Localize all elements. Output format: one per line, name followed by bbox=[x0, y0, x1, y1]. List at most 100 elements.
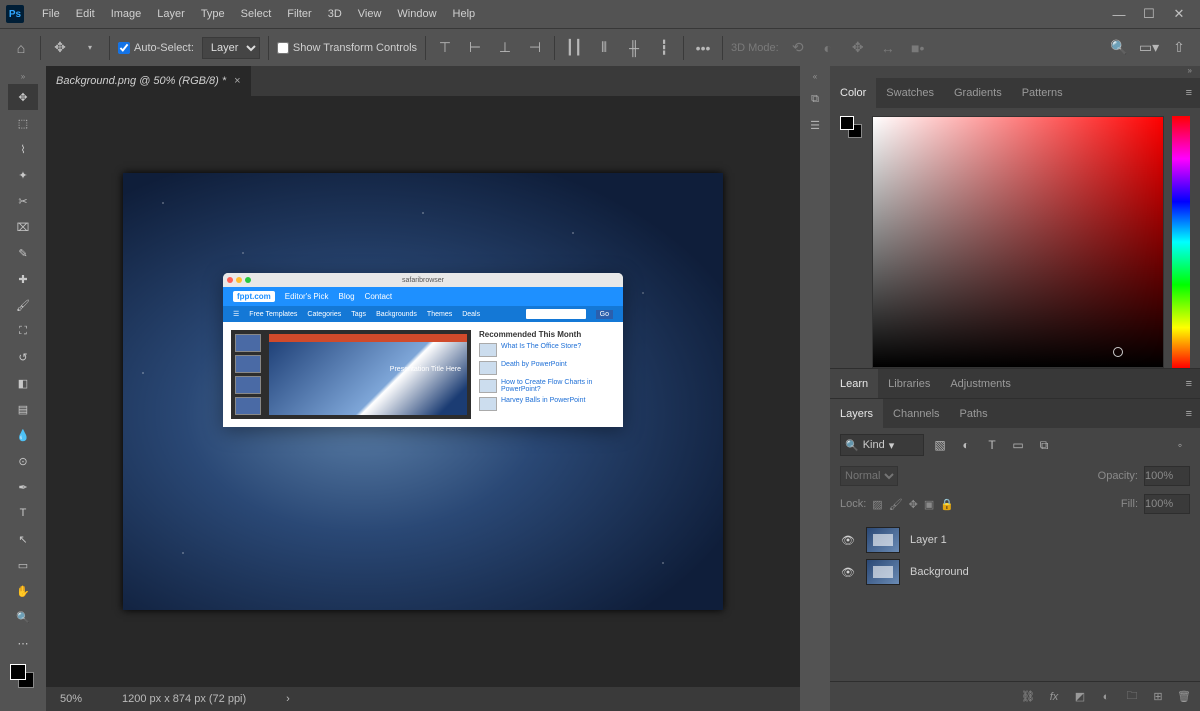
strip-expand-icon[interactable]: « bbox=[813, 72, 817, 84]
blur-tool[interactable]: 💧 bbox=[8, 422, 38, 448]
color-cursor[interactable] bbox=[1113, 347, 1123, 357]
window-minimize[interactable]: — bbox=[1104, 7, 1134, 22]
zoom-level[interactable]: 50% bbox=[60, 693, 82, 705]
color-fg-bg-swatch[interactable] bbox=[840, 116, 864, 140]
tab-gradients[interactable]: Gradients bbox=[944, 78, 1012, 108]
tool-dropdown-icon[interactable]: ▾ bbox=[79, 37, 101, 59]
menu-view[interactable]: View bbox=[350, 0, 390, 28]
lock-artboard-icon[interactable]: ▣ bbox=[924, 498, 934, 511]
document-tab[interactable]: Background.png @ 50% (RGB/8) * × bbox=[46, 66, 251, 96]
color-field[interactable] bbox=[872, 116, 1164, 368]
filter-smart-icon[interactable]: ⧉ bbox=[1034, 435, 1054, 455]
align-top-icon[interactable]: ⊤ bbox=[434, 37, 456, 59]
crop-tool[interactable]: ✂ bbox=[8, 188, 38, 214]
menu-3d[interactable]: 3D bbox=[320, 0, 350, 28]
tab-paths[interactable]: Paths bbox=[950, 399, 998, 429]
quick-select-tool[interactable]: ✦ bbox=[8, 162, 38, 188]
auto-select-checkbox[interactable]: Auto-Select: bbox=[118, 42, 194, 54]
mid-panel-menu-icon[interactable]: ≡ bbox=[1178, 378, 1200, 390]
tools-expand-icon[interactable]: » bbox=[0, 72, 46, 84]
align-left-icon[interactable]: ⊣ bbox=[524, 37, 546, 59]
layer-name[interactable]: Layer 1 bbox=[910, 534, 947, 546]
eyedropper-tool[interactable]: ✎ bbox=[8, 240, 38, 266]
status-caret-icon[interactable]: › bbox=[286, 693, 290, 705]
lock-trans-icon[interactable]: ▨ bbox=[872, 498, 882, 511]
menu-type[interactable]: Type bbox=[193, 0, 233, 28]
opacity-input[interactable] bbox=[1144, 466, 1190, 486]
share-icon[interactable]: ⇧ bbox=[1168, 37, 1190, 59]
history-panel-icon[interactable]: ⧉ bbox=[804, 88, 826, 110]
filter-toggle-icon[interactable]: ◦ bbox=[1170, 435, 1190, 455]
menu-image[interactable]: Image bbox=[103, 0, 150, 28]
layer-thumb[interactable] bbox=[866, 559, 900, 585]
filter-adjust-icon[interactable]: ◐ bbox=[956, 435, 976, 455]
layer-visibility-icon[interactable]: 👁 bbox=[840, 566, 856, 579]
layer-name[interactable]: Background bbox=[910, 566, 969, 578]
canvas[interactable]: safaribrowser fppt.com Editor's Pick Blo… bbox=[123, 173, 723, 610]
properties-panel-icon[interactable]: ☰ bbox=[804, 114, 826, 136]
tab-patterns[interactable]: Patterns bbox=[1012, 78, 1073, 108]
filter-shape-icon[interactable]: ▭ bbox=[1008, 435, 1028, 455]
window-maximize[interactable]: ☐ bbox=[1134, 6, 1164, 22]
layer-fx-icon[interactable]: fx bbox=[1046, 691, 1062, 703]
blend-mode-select[interactable]: Normal bbox=[840, 466, 898, 486]
lock-pos-icon[interactable]: ✥ bbox=[909, 498, 918, 511]
frame-tool[interactable]: ⌧ bbox=[8, 214, 38, 240]
menu-layer[interactable]: Layer bbox=[149, 0, 193, 28]
home-button[interactable]: ⌂ bbox=[10, 37, 32, 59]
layer-item[interactable]: 👁 Layer 1 bbox=[830, 524, 1200, 556]
rectangle-tool[interactable]: ▭ bbox=[8, 552, 38, 578]
tab-libraries[interactable]: Libraries bbox=[878, 369, 940, 399]
search-icon[interactable]: 🔍 bbox=[1108, 37, 1130, 59]
layer-panel-menu-icon[interactable]: ≡ bbox=[1178, 408, 1200, 420]
show-transform-checkbox[interactable]: Show Transform Controls bbox=[277, 42, 417, 54]
menu-edit[interactable]: Edit bbox=[68, 0, 103, 28]
move-tool[interactable]: ✥ bbox=[8, 84, 38, 110]
edit-toolbar[interactable]: ⋯ bbox=[8, 630, 38, 656]
lasso-tool[interactable]: ⌇ bbox=[8, 136, 38, 162]
healing-tool[interactable]: ✚ bbox=[8, 266, 38, 292]
marquee-tool[interactable]: ⬚ bbox=[8, 110, 38, 136]
delete-layer-icon[interactable]: 🗑 bbox=[1176, 690, 1192, 703]
tab-adjustments[interactable]: Adjustments bbox=[940, 369, 1021, 399]
menu-help[interactable]: Help bbox=[445, 0, 484, 28]
menu-window[interactable]: Window bbox=[389, 0, 444, 28]
panels-collapse-icon[interactable]: » bbox=[830, 66, 1200, 78]
pen-tool[interactable]: ✒ bbox=[8, 474, 38, 500]
distribute-v-icon[interactable]: ⫴ bbox=[593, 37, 615, 59]
new-layer-icon[interactable]: ⊞ bbox=[1150, 690, 1166, 703]
move-tool-icon[interactable]: ✥ bbox=[49, 37, 71, 59]
auto-select-input[interactable] bbox=[118, 42, 130, 54]
filter-type-icon[interactable]: T bbox=[982, 435, 1002, 455]
show-transform-input[interactable] bbox=[277, 42, 289, 54]
auto-select-target[interactable]: Layer bbox=[202, 37, 260, 59]
menu-select[interactable]: Select bbox=[233, 0, 280, 28]
tab-learn[interactable]: Learn bbox=[830, 369, 878, 399]
layer-thumb[interactable] bbox=[866, 527, 900, 553]
layer-filter-kind[interactable]: 🔍 Kind ▾ bbox=[840, 434, 924, 456]
fill-input[interactable] bbox=[1144, 494, 1190, 514]
window-close[interactable]: ✕ bbox=[1164, 6, 1194, 22]
menu-file[interactable]: File bbox=[34, 0, 68, 28]
eraser-tool[interactable]: ◧ bbox=[8, 370, 38, 396]
tab-color[interactable]: Color bbox=[830, 78, 876, 108]
link-layers-icon[interactable]: ⛓ bbox=[1020, 690, 1036, 703]
canvas-viewport[interactable]: safaribrowser fppt.com Editor's Pick Blo… bbox=[46, 96, 800, 687]
more-options-icon[interactable]: ••• bbox=[692, 37, 714, 59]
distribute-h-icon[interactable]: ┃┃ bbox=[563, 37, 585, 59]
align-bottom-icon[interactable]: ⊥ bbox=[494, 37, 516, 59]
layer-mask-icon[interactable]: ◩ bbox=[1072, 690, 1088, 703]
zoom-tool[interactable]: 🔍 bbox=[8, 604, 38, 630]
dodge-tool[interactable]: ⊙ bbox=[8, 448, 38, 474]
layer-visibility-icon[interactable]: 👁 bbox=[840, 534, 856, 547]
lock-all-icon[interactable]: 🔒 bbox=[940, 498, 954, 511]
hand-tool[interactable]: ✋ bbox=[8, 578, 38, 604]
path-select-tool[interactable]: ↖ bbox=[8, 526, 38, 552]
align-vcenter-icon[interactable]: ⊢ bbox=[464, 37, 486, 59]
history-brush-tool[interactable]: ↺ bbox=[8, 344, 38, 370]
close-tab-icon[interactable]: × bbox=[234, 75, 240, 87]
adjustment-layer-icon[interactable]: ◐ bbox=[1098, 691, 1114, 703]
gradient-tool[interactable]: ▤ bbox=[8, 396, 38, 422]
type-tool[interactable]: T bbox=[8, 500, 38, 526]
color-panel-menu-icon[interactable]: ≡ bbox=[1178, 87, 1200, 99]
